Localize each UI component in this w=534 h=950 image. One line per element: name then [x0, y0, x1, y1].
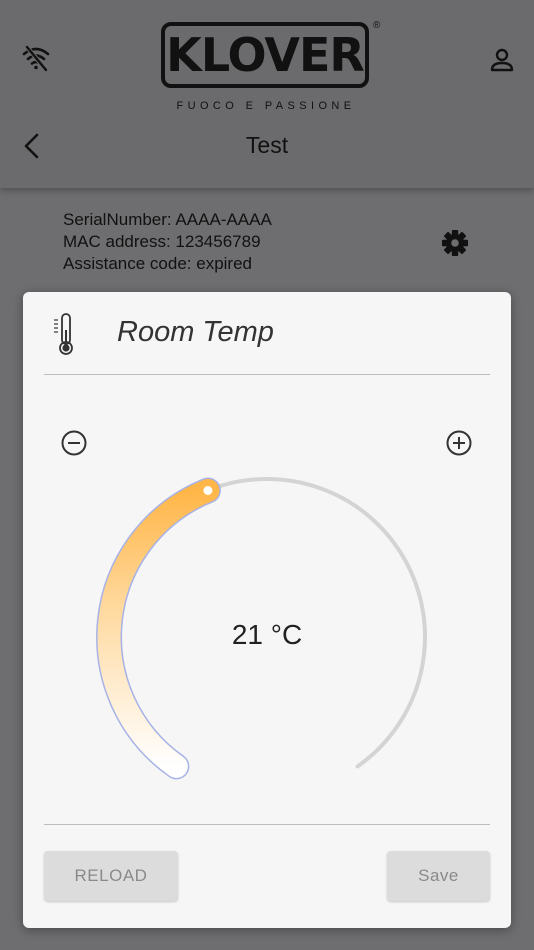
gear-icon[interactable]: [440, 228, 470, 258]
assistance-code: Assistance code: expired: [63, 254, 252, 273]
device-info: SerialNumber: AAAA-AAAA MAC address: 123…: [63, 209, 272, 275]
room-temp-dialog: Room Temp 21 °C RELOAD Save: [23, 292, 511, 928]
temperature-readout: 21 °C: [231, 619, 303, 650]
logo-wordmark: KLOVER: [166, 28, 365, 82]
save-button[interactable]: Save: [387, 851, 490, 901]
screen: KLOVER ® FUOCO E PASSIONE Test SerialNum…: [0, 0, 534, 950]
klover-logo: KLOVER ® FUOCO E PASSIONE: [159, 20, 383, 116]
divider: [44, 374, 490, 375]
user-icon[interactable]: [488, 46, 516, 74]
serial-number: SerialNumber: AAAA-AAAA: [63, 210, 272, 229]
wifi-off-icon[interactable]: [20, 42, 52, 74]
dial-handle[interactable]: [203, 486, 213, 495]
app-header: KLOVER ® FUOCO E PASSIONE Test: [0, 0, 534, 188]
divider: [44, 824, 490, 825]
mac-address: MAC address: 123456789: [63, 232, 261, 251]
reload-button[interactable]: RELOAD: [44, 851, 178, 901]
plus-circle-icon[interactable]: [444, 428, 474, 458]
dialog-title: Room Temp: [117, 316, 274, 348]
page-title: Test: [245, 132, 289, 158]
temperature-dial: [96, 477, 427, 780]
logo-tagline: FUOCO E PASSIONE: [176, 100, 356, 112]
logo-registered-mark: ®: [373, 20, 381, 31]
minus-circle-icon[interactable]: [59, 428, 89, 458]
thermometer-icon: [54, 313, 73, 355]
